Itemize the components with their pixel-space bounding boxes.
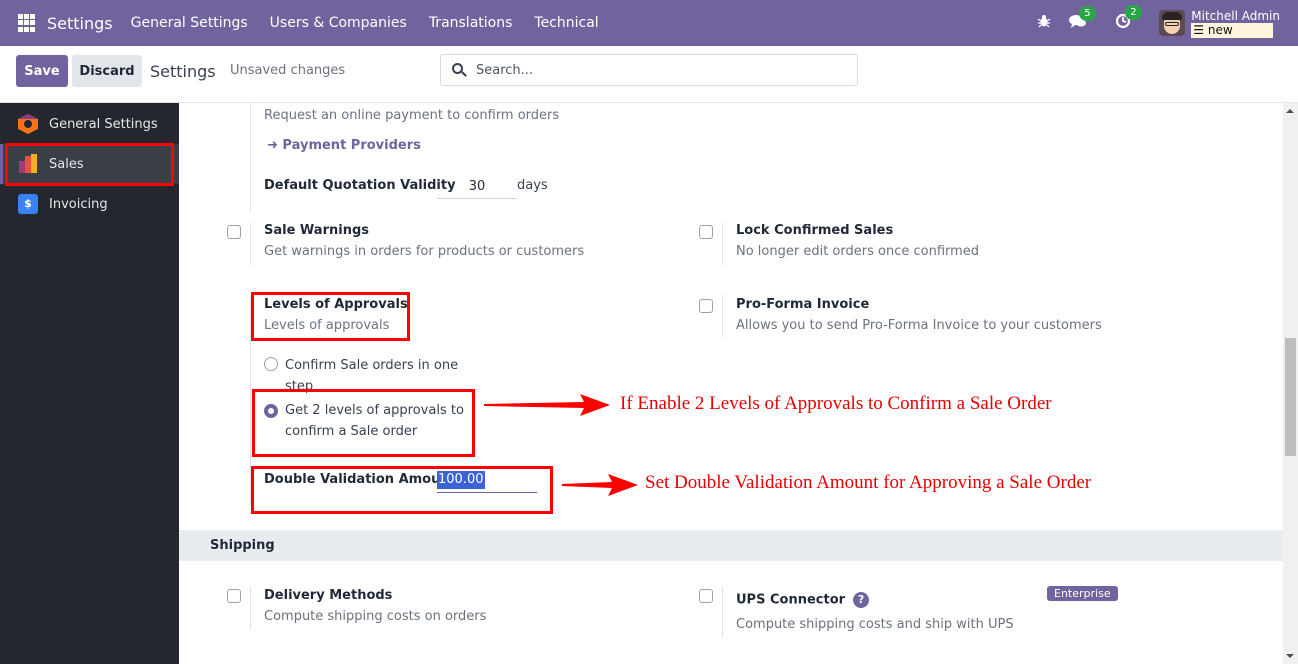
control-panel: Save Discard Settings Unsaved changes [0, 46, 1298, 103]
sale-warnings-title: Sale Warnings [264, 223, 370, 238]
messages-count-badge: 5 [1079, 5, 1096, 21]
approval-annotation-text: If Enable 2 Levels of Approvals to Confi… [620, 393, 1052, 414]
ups-connector-title-row: UPS Connector? [736, 592, 870, 608]
apps-menu-icon[interactable] [18, 14, 36, 32]
help-icon[interactable]: ? [853, 592, 870, 608]
settings-content: Request an online payment to confirm ord… [179, 103, 1283, 664]
sidebar-item-label: Invoicing [49, 196, 108, 212]
search-icon [452, 63, 467, 77]
user-name: Mitchell Admin [1191, 8, 1280, 23]
activities-count-badge: 2 [1125, 5, 1142, 20]
scroll-up-arrow-icon[interactable] [1286, 109, 1294, 113]
arrow-approval-annotation [484, 394, 610, 416]
quotation-validity-unit: days [517, 178, 548, 193]
lock-confirmed-desc: No longer edit orders once confirmed [736, 244, 980, 259]
database-icon: ☰ [1193, 22, 1208, 37]
ups-connector-desc: Compute shipping costs and ship with UPS [736, 617, 1014, 632]
vertical-scrollbar[interactable] [1283, 103, 1298, 664]
sidebar-sales-highlight [5, 143, 174, 186]
lock-confirmed-checkbox[interactable] [699, 225, 713, 239]
search-box[interactable] [440, 54, 858, 86]
approval-one-step-radio[interactable] [264, 357, 278, 371]
online-payment-desc: Request an online payment to confirm ord… [264, 108, 560, 123]
lock-confirmed-title: Lock Confirmed Sales [736, 223, 894, 238]
systray: 5 2 Mitchell Admin ☰ new [1019, 0, 1280, 46]
app-title[interactable]: Settings [47, 14, 113, 33]
shipping-section-title: Shipping [210, 538, 275, 553]
settings-sidebar: General Settings Sales $ Invoicing [0, 103, 179, 664]
delivery-methods-checkbox[interactable] [227, 589, 241, 603]
delivery-methods-title: Delivery Methods [264, 588, 393, 603]
database-name: new [1207, 22, 1233, 37]
arrow-amount-annotation [562, 474, 638, 496]
discard-button[interactable]: Discard [72, 55, 142, 87]
double-validation-highlight [251, 466, 553, 514]
sale-warnings-desc: Get warnings in orders for products or c… [264, 244, 585, 259]
sale-warnings-checkbox[interactable] [227, 225, 241, 239]
delivery-methods-desc: Compute shipping costs on orders [264, 609, 487, 624]
database-badge: ☰ new [1191, 22, 1274, 38]
pro-forma-desc: Allows you to send Pro-Forma Invoice to … [736, 318, 1102, 333]
user-avatar[interactable] [1159, 10, 1186, 36]
search-input[interactable] [476, 62, 836, 78]
enterprise-badge: Enterprise [1047, 586, 1118, 601]
scroll-thumb[interactable] [1285, 338, 1296, 456]
user-menu[interactable]: Mitchell Admin ☰ new [1191, 9, 1280, 38]
invoicing-icon: $ [18, 194, 38, 214]
save-button[interactable]: Save [16, 55, 68, 87]
pro-forma-title: Pro-Forma Invoice [736, 297, 870, 312]
payment-providers-label: Payment Providers [282, 138, 421, 153]
two-levels-highlight [252, 389, 475, 457]
top-navbar: Settings General Settings Users & Compan… [0, 0, 1298, 46]
amount-annotation-text: Set Double Validation Amount for Approvi… [645, 472, 1092, 493]
quotation-validity-label: Default Quotation Validity [264, 178, 456, 193]
quotation-validity-input[interactable] [437, 175, 517, 199]
levels-approvals-highlight [251, 292, 410, 341]
pro-forma-checkbox[interactable] [699, 299, 713, 313]
scroll-down-arrow-icon[interactable] [1286, 654, 1294, 658]
menu-general-settings[interactable]: General Settings [131, 15, 248, 31]
arrow-right-icon: ➜ [267, 138, 283, 153]
menu-technical[interactable]: Technical [534, 15, 598, 31]
sidebar-item-invoicing[interactable]: $ Invoicing [0, 184, 179, 224]
general-settings-icon [18, 114, 38, 134]
ups-connector-checkbox[interactable] [699, 589, 713, 603]
bug-icon[interactable] [1037, 14, 1051, 32]
unsaved-status: Unsaved changes [230, 63, 346, 78]
activities-button[interactable]: 2 [1115, 5, 1142, 33]
sidebar-item-label: General Settings [49, 116, 158, 132]
ups-connector-title: UPS Connector [736, 592, 846, 608]
sidebar-item-general-settings[interactable]: General Settings [0, 104, 179, 144]
menu-translations[interactable]: Translations [429, 15, 513, 31]
menu-users-companies[interactable]: Users & Companies [270, 15, 407, 31]
shipping-section-header: Shipping [179, 530, 1283, 561]
payment-providers-link[interactable]: ➜ Payment Providers [267, 138, 421, 153]
messages-button[interactable]: 5 [1069, 5, 1096, 33]
page-title: Settings [150, 62, 216, 81]
